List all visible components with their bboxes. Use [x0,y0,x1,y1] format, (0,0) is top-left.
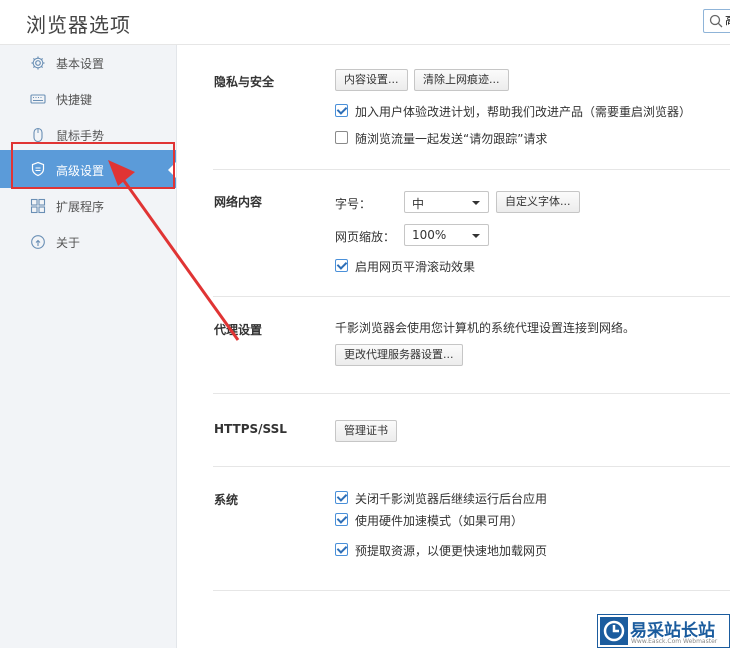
chevron-down-icon [472,201,480,205]
divider [213,169,730,170]
window-header: 浏览器选项 [0,0,730,45]
ux-program-checkbox[interactable] [335,104,348,117]
divider [213,466,730,467]
divider [213,296,730,297]
option-label: 加入用户体验改进计划，帮助我们改进产品（需要重启浏览器） [355,105,692,119]
proxy-description: 千影浏览器会使用您计算机的系统代理设置连接到网络。 [335,321,636,335]
option-label: 预提取资源，以便更快速地加载网页 [355,544,548,558]
sidebar-item-label: 扩展程序 [56,200,105,214]
mouse-icon [33,127,43,143]
option-label: 启用网页平滑滚动效果 [355,260,476,274]
font-size-value: 中 [412,197,425,211]
sidebar: 基本设置 快捷键 鼠标手势 高级设置 扩展程序 关于 [0,45,177,648]
info-icon [31,235,45,249]
background-apps-checkbox[interactable] [335,491,348,504]
zoom-select[interactable]: 100% [404,224,489,246]
search-icon [709,14,723,28]
section-label-proxy: 代理设置 [214,323,263,337]
section-label-web-content: 网络内容 [214,195,263,209]
sidebar-item-extensions[interactable]: 扩展程序 [0,188,176,224]
option-label: 使用硬件加速模式（如果可用） [355,514,524,528]
sidebar-item-shortcuts[interactable]: 快捷键 [0,81,176,117]
search-box[interactable] [703,9,730,33]
extension-grid-icon [30,198,46,214]
clear-history-button[interactable]: 清除上网痕迹... [414,69,509,91]
app-title: 浏览器选项 [26,13,131,37]
divider [213,590,730,591]
option-label: 关闭千影浏览器后继续运行后台应用 [355,492,548,506]
sidebar-item-label: 快捷键 [56,93,93,107]
change-proxy-button[interactable]: 更改代理服务器设置... [335,344,463,366]
zoom-value: 100% [412,228,447,242]
smooth-scroll-checkbox[interactable] [335,259,348,272]
do-not-track-checkbox[interactable] [335,131,348,144]
font-size-select[interactable]: 中 [404,191,489,213]
prefetch-checkbox[interactable] [335,543,348,556]
option-label: 随浏览流量一起发送“请勿跟踪”请求 [355,132,548,146]
watermark-subtext: Www.Easck.Com Webmaster [631,638,718,645]
sidebar-item-label: 关于 [56,236,81,250]
divider [213,393,730,394]
search-input[interactable] [725,12,730,28]
chevron-down-icon [472,234,480,238]
custom-fonts-button[interactable]: 自定义字体... [496,191,580,213]
sidebar-item-label: 基本设置 [56,57,105,71]
section-label-https: HTTPS/SSL [214,422,287,436]
sidebar-item-about[interactable]: 关于 [0,224,176,260]
watermark: 易采站长站 Www.Easck.Com Webmaster [597,614,730,648]
keyboard-icon [30,94,46,104]
annotation-highlight-box [11,142,175,189]
site-logo-icon [600,617,628,645]
sidebar-item-basic-settings[interactable]: 基本设置 [0,45,176,81]
font-size-label: 字号： [335,197,372,211]
hardware-acceleration-checkbox[interactable] [335,513,348,526]
gear-icon [31,56,45,70]
settings-content: 隐私与安全 内容设置... 清除上网痕迹... 加入用户体验改进计划，帮助我们改… [177,45,730,648]
section-label-system: 系统 [214,493,239,507]
section-label-privacy: 隐私与安全 [214,75,275,89]
manage-certificates-button[interactable]: 管理证书 [335,420,397,442]
zoom-label: 网页缩放： [335,230,396,244]
content-settings-button[interactable]: 内容设置... [335,69,408,91]
